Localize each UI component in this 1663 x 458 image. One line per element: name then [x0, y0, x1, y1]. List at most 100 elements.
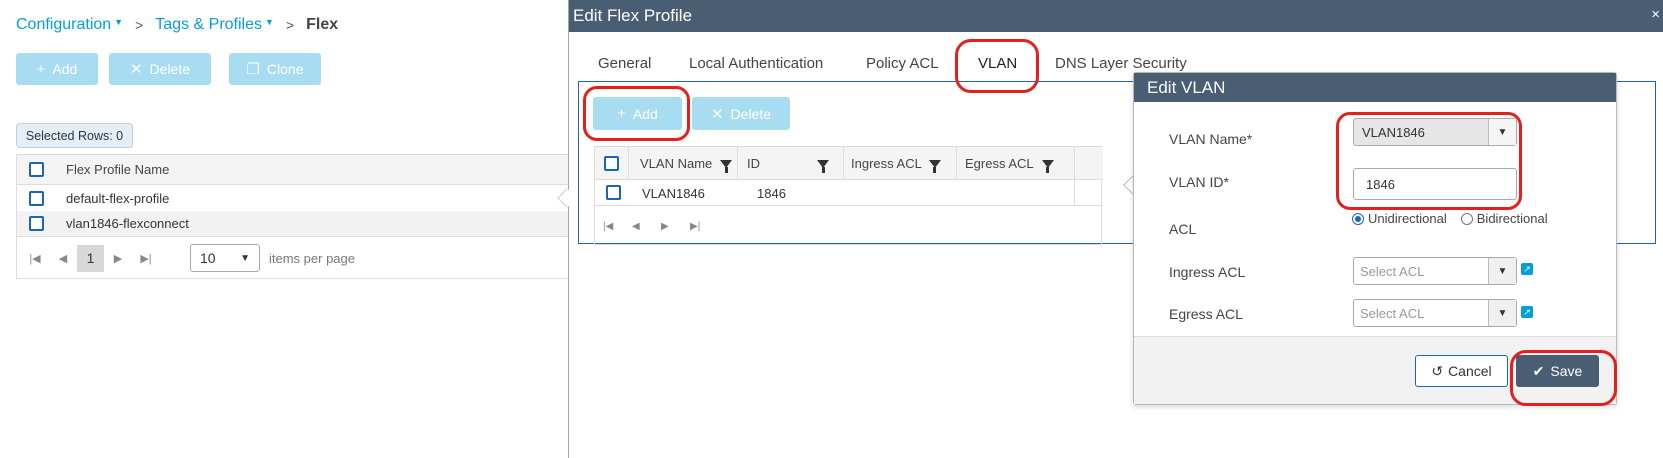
chevron-down-icon: ▼ — [1488, 300, 1516, 326]
tab-vlan[interactable]: VLAN — [978, 55, 1017, 72]
column-header-vlan-name[interactable]: VLAN Name — [629, 147, 738, 180]
flex-profile-name[interactable]: vlan1846-flexconnect — [66, 216, 189, 231]
edit-vlan-popover: Edit VLAN VLAN Name* VLAN1846 ▼ VLAN ID*… — [1133, 72, 1617, 405]
acl-radio-group: Unidirectional Bidirectional — [1352, 211, 1548, 226]
column-header-id[interactable]: ID — [738, 147, 844, 180]
vlan-name-cell[interactable]: VLAN1846 — [642, 186, 705, 201]
ingress-acl-placeholder: Select ACL — [1360, 263, 1425, 279]
breadcrumb-separator: > — [135, 17, 144, 33]
external-link-icon[interactable]: ↗ — [1521, 306, 1533, 318]
prev-page-icon[interactable]: ◀ — [632, 221, 661, 232]
flex-profile-grid: Flex Profile Name default-flex-profile v… — [16, 154, 569, 279]
add-vlan-button-label: Add — [632, 105, 658, 122]
check-icon: ✔ — [1532, 362, 1545, 379]
tab-policy-acl[interactable]: Policy ACL — [866, 55, 939, 72]
popover-footer: ↺ Cancel ✔ Save — [1134, 336, 1616, 404]
row-checkbox[interactable] — [606, 185, 621, 200]
table-row[interactable]: default-flex-profile — [17, 185, 569, 211]
column-header-label: Ingress ACL — [851, 156, 922, 171]
cancel-button[interactable]: ↺ Cancel — [1415, 355, 1508, 387]
caret-down-icon[interactable]: ▼ — [114, 17, 123, 27]
delete-vlan-button[interactable]: ✕ Delete — [692, 97, 790, 130]
egress-acl-select[interactable]: Select ACL ▼ — [1353, 299, 1517, 327]
clone-button[interactable]: ❐ Clone — [229, 53, 321, 85]
caret-down-icon[interactable]: ▼ — [265, 17, 274, 27]
column-header-egress-acl[interactable]: Egress ACL — [957, 147, 1075, 180]
tab-dns-layer-security[interactable]: DNS Layer Security — [1055, 55, 1187, 72]
radio-bidirectional-label[interactable]: Bidirectional — [1477, 211, 1548, 226]
radio-bidirectional[interactable] — [1460, 212, 1473, 225]
page-size-select[interactable]: 10 ▼ — [190, 244, 260, 272]
vlan-id-cell[interactable]: 1846 — [757, 186, 786, 201]
column-header-label: Egress ACL — [965, 156, 1034, 171]
flex-profile-name[interactable]: default-flex-profile — [66, 191, 169, 206]
breadcrumb-separator: > — [285, 17, 295, 33]
vlan-grid-pager: |◀ ◀ ▶ ▶| — [595, 207, 1103, 245]
row-checkbox[interactable] — [29, 216, 44, 231]
last-page-icon[interactable]: ▶| — [132, 252, 160, 265]
next-page-icon[interactable]: ▶ — [104, 252, 132, 265]
add-button[interactable]: + Add — [16, 53, 98, 85]
prev-page-icon[interactable]: ◀ — [49, 252, 77, 265]
grid-pager: |◀ ◀ 1 ▶ ▶| 10 ▼ items per page — [17, 238, 569, 278]
radio-unidirectional-label[interactable]: Unidirectional — [1368, 211, 1447, 226]
table-row[interactable]: vlan1846-flexconnect — [17, 211, 569, 237]
column-header-ingress-acl[interactable]: Ingress ACL — [844, 147, 957, 180]
filter-icon[interactable] — [1041, 159, 1054, 173]
chevron-down-icon: ▼ — [1488, 258, 1516, 284]
first-page-icon[interactable]: |◀ — [603, 221, 632, 232]
filter-icon[interactable] — [817, 159, 829, 173]
undo-icon: ↺ — [1431, 362, 1444, 379]
popover-header: Edit VLAN — [1134, 73, 1616, 102]
egress-acl-placeholder: Select ACL — [1360, 305, 1425, 321]
tab-local-authentication[interactable]: Local Authentication — [689, 55, 823, 72]
first-page-icon[interactable]: |◀ — [21, 252, 49, 265]
vlan-name-value: VLAN1846 — [1362, 124, 1425, 140]
plus-icon: + — [36, 60, 46, 78]
close-icon: ✕ — [710, 105, 724, 123]
vlan-name-select[interactable]: VLAN1846 ▼ — [1353, 118, 1517, 146]
cancel-button-label: Cancel — [1448, 363, 1492, 379]
items-per-page-label: items per page — [269, 250, 355, 266]
vlan-grid: VLAN Name ID Ingress ACL Egress ACL VLAN… — [594, 146, 1103, 245]
column-divider — [1074, 180, 1075, 205]
filter-icon[interactable] — [720, 159, 733, 173]
grid-header: Flex Profile Name — [17, 155, 569, 185]
breadcrumb-configuration[interactable]: Configuration — [16, 16, 111, 34]
plus-icon: + — [617, 105, 626, 122]
row-checkbox[interactable] — [29, 190, 44, 206]
modal-header: Edit Flex Profile × — [569, 0, 1663, 32]
last-page-icon[interactable]: ▶| — [690, 221, 719, 232]
add-button-label: Add — [52, 61, 78, 77]
chevron-down-icon: ▼ — [240, 252, 250, 264]
column-header-flex-profile-name[interactable]: Flex Profile Name — [66, 162, 169, 177]
acl-label: ACL — [1169, 221, 1197, 237]
delete-button[interactable]: ✕ Delete — [109, 53, 211, 85]
copy-icon: ❐ — [246, 61, 260, 78]
external-link-icon[interactable]: ↗ — [1521, 263, 1533, 275]
egress-acl-label: Egress ACL — [1169, 306, 1243, 322]
column-header-label: VLAN Name — [640, 156, 713, 171]
page-size-value: 10 — [200, 250, 216, 266]
vlan-id-input[interactable]: 1846 — [1353, 168, 1517, 200]
close-icon[interactable]: × — [1651, 6, 1660, 23]
filter-icon[interactable] — [928, 159, 941, 173]
delete-vlan-button-label: Delete — [730, 105, 772, 122]
save-button[interactable]: ✔ Save — [1516, 355, 1599, 387]
breadcrumb-tags-profiles[interactable]: Tags & Profiles — [155, 16, 262, 34]
modal-title: Edit Flex Profile — [573, 6, 693, 25]
page-number[interactable]: 1 — [77, 244, 104, 272]
tab-general[interactable]: General — [598, 55, 651, 72]
select-all-checkbox[interactable] — [29, 162, 44, 177]
selected-rows-badge: Selected Rows: 0 — [16, 123, 133, 148]
next-page-icon[interactable]: ▶ — [661, 221, 690, 232]
ingress-acl-select[interactable]: Select ACL ▼ — [1353, 257, 1517, 285]
table-row[interactable]: VLAN1846 1846 — [595, 180, 1103, 206]
add-vlan-button[interactable]: + Add — [593, 97, 682, 130]
clone-button-label: Clone — [266, 61, 304, 77]
select-all-checkbox[interactable] — [604, 156, 619, 171]
radio-unidirectional[interactable] — [1352, 212, 1364, 225]
delete-button-label: Delete — [149, 61, 191, 77]
vlan-id-value: 1846 — [1366, 176, 1395, 192]
select-all-cell — [595, 147, 629, 180]
